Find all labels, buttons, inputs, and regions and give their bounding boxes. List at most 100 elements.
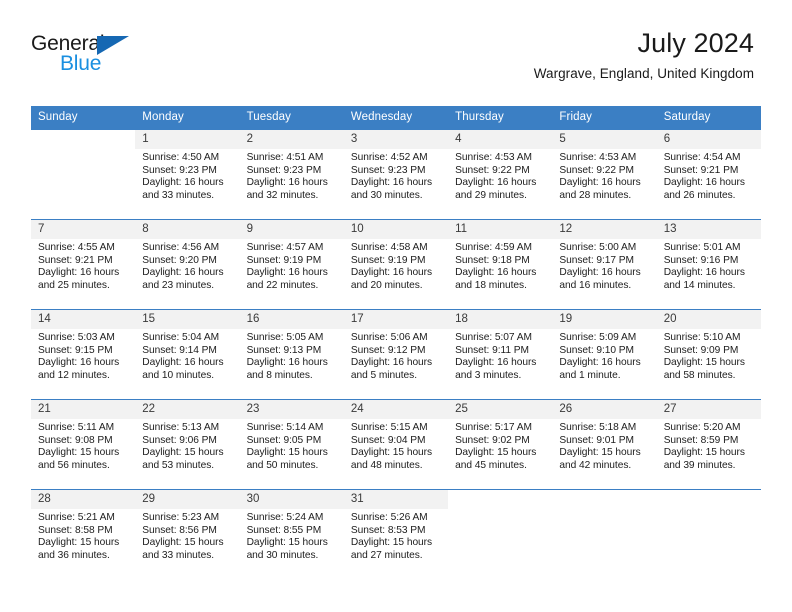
calendar-day-cell[interactable]: 17 Sunrise: 5:06 AM Sunset: 9:12 PM Dayligh… xyxy=(343,310,449,399)
daylight-text-line1: Daylight: 16 hours xyxy=(246,177,328,189)
calendar-day-cell[interactable]: 23 Sunrise: 5:14 AM Sunset: 9:05 PM Dayligh… xyxy=(239,400,344,489)
sunrise-text: Sunrise: 4:54 AM xyxy=(663,152,741,163)
calendar-day-cell[interactable]: 7 Sunrise: 4:55 AM Sunset: 9:21 PM Daylight… xyxy=(31,220,136,309)
calendar-day-cell[interactable]: 16 Sunrise: 5:05 AM Sunset: 9:13 PM Dayligh… xyxy=(239,310,344,399)
daylight-text-line1: Daylight: 16 hours xyxy=(559,267,641,279)
calendar-day-cell[interactable]: 30 Sunrise: 5:24 AM Sunset: 8:55 PM Dayligh… xyxy=(239,490,344,579)
calendar-day-cell[interactable]: 24 Sunrise: 5:15 AM Sunset: 9:04 PM Dayligh… xyxy=(343,400,449,489)
day-number: 27 xyxy=(656,400,761,419)
sunset-text: Sunset: 9:23 PM xyxy=(142,164,217,176)
sunrise-text: Sunrise: 5:26 AM xyxy=(350,512,428,523)
daylight-text-line1: Daylight: 15 hours xyxy=(455,447,537,459)
sunset-text: Sunset: 9:23 PM xyxy=(246,164,322,176)
calendar-day-cell[interactable]: 10 Sunrise: 4:58 AM Sunset: 9:19 PM Dayligh… xyxy=(343,220,449,309)
sunrise-text: Sunrise: 5:03 AM xyxy=(38,332,115,343)
daylight-text-line1: Daylight: 15 hours xyxy=(663,357,745,369)
day-number: 6 xyxy=(656,130,761,149)
sunrise-text: Sunrise: 5:15 AM xyxy=(350,422,428,433)
day-info: Sunrise: 4:58 AM Sunset: 9:19 PM Daylight:… xyxy=(344,239,448,292)
weekday-header-thursday: Thursday xyxy=(448,106,553,130)
daylight-text-line1: Daylight: 16 hours xyxy=(246,267,328,279)
calendar-day-cell[interactable]: 9 Sunrise: 4:57 AM Sunset: 9:19 PM Daylight… xyxy=(239,220,344,309)
daylight-text-line1: Daylight: 16 hours xyxy=(455,267,537,279)
daylight-text-line1: Daylight: 16 hours xyxy=(142,357,224,369)
sunset-text: Sunset: 9:08 PM xyxy=(38,434,113,446)
daylight-text-line2: and 39 minutes. xyxy=(663,459,736,471)
day-info: Sunrise: 5:10 AM Sunset: 9:09 PM Daylight:… xyxy=(657,329,761,382)
sunrise-text: Sunrise: 5:11 AM xyxy=(38,422,115,433)
calendar-day-cell[interactable]: 18 Sunrise: 5:07 AM Sunset: 9:11 PM Dayligh… xyxy=(448,310,553,399)
calendar-day-cell[interactable]: 1 Sunrise: 4:50 AM Sunset: 9:23 PM Daylight… xyxy=(135,130,240,219)
daylight-text-line1: Daylight: 16 hours xyxy=(142,177,224,189)
sunrise-text: Sunrise: 5:13 AM xyxy=(142,422,220,433)
sunset-text: Sunset: 9:05 PM xyxy=(246,434,322,446)
day-info: Sunrise: 5:05 AM Sunset: 9:13 PM Daylight:… xyxy=(240,329,344,382)
daylight-text-line1: Daylight: 16 hours xyxy=(559,357,641,369)
page-header: General Blue July 2024 Wargrave, England… xyxy=(0,0,792,81)
calendar-day-cell[interactable]: 2 Sunrise: 4:51 AM Sunset: 9:23 PM Daylight… xyxy=(239,130,344,219)
day-number: 7 xyxy=(31,220,136,239)
calendar-day-cell[interactable]: 29 Sunrise: 5:23 AM Sunset: 8:56 PM Dayligh… xyxy=(135,490,240,579)
day-number: 12 xyxy=(552,220,657,239)
daylight-text-line1: Daylight: 16 hours xyxy=(559,177,641,189)
sunset-text: Sunset: 9:13 PM xyxy=(246,344,322,356)
calendar-day-cell[interactable]: 5 Sunrise: 4:53 AM Sunset: 9:22 PM Daylight… xyxy=(552,130,657,219)
calendar-day-cell[interactable]: 22 Sunrise: 5:13 AM Sunset: 9:06 PM Dayligh… xyxy=(135,400,240,489)
day-number: 15 xyxy=(135,310,240,329)
day-number xyxy=(31,130,135,149)
sunset-text: Sunset: 9:14 PM xyxy=(142,344,217,356)
calendar-day-cell[interactable]: 4 Sunrise: 4:53 AM Sunset: 9:22 PM Daylight… xyxy=(448,130,553,219)
daylight-text-line1: Daylight: 16 hours xyxy=(350,357,433,369)
sunrise-text: Sunrise: 5:04 AM xyxy=(142,332,220,343)
calendar-day-cell[interactable]: 31 Sunrise: 5:26 AM Sunset: 8:53 PM Dayligh… xyxy=(343,490,449,579)
day-number: 26 xyxy=(552,400,657,419)
calendar-day-cell[interactable]: 15 Sunrise: 5:04 AM Sunset: 9:14 PM Dayligh… xyxy=(135,310,240,399)
calendar-day-cell[interactable]: 12 Sunrise: 5:00 AM Sunset: 9:17 PM Dayligh… xyxy=(552,220,657,309)
calendar-day-cell[interactable]: 13 Sunrise: 5:01 AM Sunset: 9:16 PM Dayligh… xyxy=(656,220,761,309)
day-info: Sunrise: 5:17 AM Sunset: 9:02 PM Daylight:… xyxy=(448,419,552,472)
calendar-week-row: 7 Sunrise: 4:55 AM Sunset: 9:21 PM Daylight… xyxy=(31,219,761,310)
calendar-empty-cell xyxy=(552,490,657,579)
daylight-text-line1: Daylight: 16 hours xyxy=(663,267,745,279)
calendar-day-cell[interactable]: 19 Sunrise: 5:09 AM Sunset: 9:10 PM Dayligh… xyxy=(552,310,657,399)
sunrise-text: Sunrise: 5:06 AM xyxy=(350,332,428,343)
calendar-day-cell[interactable]: 28 Sunrise: 5:21 AM Sunset: 8:58 PM Dayligh… xyxy=(31,490,136,579)
sunrise-text: Sunrise: 4:52 AM xyxy=(350,152,428,163)
day-number: 2 xyxy=(239,130,344,149)
daylight-text-line2: and 30 minutes. xyxy=(350,189,423,201)
calendar-day-cell[interactable]: 11 Sunrise: 4:59 AM Sunset: 9:18 PM Dayligh… xyxy=(448,220,553,309)
daylight-text-line2: and 42 minutes. xyxy=(559,459,632,471)
calendar-day-cell[interactable]: 25 Sunrise: 5:17 AM Sunset: 9:02 PM Dayligh… xyxy=(448,400,553,489)
daylight-text-line2: and 10 minutes. xyxy=(142,369,215,381)
daylight-text-line2: and 53 minutes. xyxy=(142,459,215,471)
calendar-day-cell[interactable]: 26 Sunrise: 5:18 AM Sunset: 9:01 PM Dayligh… xyxy=(552,400,657,489)
daylight-text-line2: and 8 minutes. xyxy=(246,369,313,381)
calendar-day-cell[interactable]: 14 Sunrise: 5:03 AM Sunset: 9:15 PM Dayligh… xyxy=(31,310,136,399)
day-info: Sunrise: 5:20 AM Sunset: 8:59 PM Daylight:… xyxy=(657,419,761,472)
daylight-text-line1: Daylight: 16 hours xyxy=(350,177,433,189)
calendar-day-cell[interactable]: 27 Sunrise: 5:20 AM Sunset: 8:59 PM Dayligh… xyxy=(656,400,761,489)
daylight-text-line1: Daylight: 15 hours xyxy=(38,447,120,459)
calendar-page: General Blue July 2024 Wargrave, England… xyxy=(0,0,792,612)
sunrise-text: Sunrise: 4:53 AM xyxy=(455,152,532,163)
calendar-day-cell[interactable]: 6 Sunrise: 4:54 AM Sunset: 9:21 PM Daylight… xyxy=(656,130,761,219)
sunrise-text: Sunrise: 4:57 AM xyxy=(246,242,324,253)
day-number: 24 xyxy=(343,400,449,419)
daylight-text-line2: and 28 minutes. xyxy=(559,189,632,201)
calendar-day-cell[interactable]: 8 Sunrise: 4:56 AM Sunset: 9:20 PM Daylight… xyxy=(135,220,240,309)
daylight-text-line1: Daylight: 15 hours xyxy=(38,537,120,549)
calendar-day-cell[interactable]: 21 Sunrise: 5:11 AM Sunset: 9:08 PM Dayligh… xyxy=(31,400,136,489)
day-info: Sunrise: 5:14 AM Sunset: 9:05 PM Daylight:… xyxy=(240,419,344,472)
calendar-week-row: 14 Sunrise: 5:03 AM Sunset: 9:15 PM Dayligh… xyxy=(31,309,761,400)
weekday-names-row: Sunday Monday Tuesday Wednesday Thursday Frid… xyxy=(31,106,761,130)
day-info: Sunrise: 4:53 AM Sunset: 9:22 PM Daylight:… xyxy=(448,149,552,202)
daylight-text-line2: and 18 minutes. xyxy=(455,279,527,291)
sunset-text: Sunset: 9:12 PM xyxy=(350,344,426,356)
calendar-day-cell[interactable]: 3 Sunrise: 4:52 AM Sunset: 9:23 PM Daylight… xyxy=(343,130,449,219)
daylight-text-line2: and 36 minutes. xyxy=(38,549,110,561)
daylight-text-line2: and 30 minutes. xyxy=(246,549,319,561)
sunrise-text: Sunrise: 5:24 AM xyxy=(246,512,324,523)
sunrise-text: Sunrise: 4:59 AM xyxy=(455,242,532,253)
day-info: Sunrise: 5:00 AM Sunset: 9:17 PM Daylight:… xyxy=(552,239,656,292)
calendar-day-cell[interactable]: 20 Sunrise: 5:10 AM Sunset: 9:09 PM Dayligh… xyxy=(656,310,761,399)
